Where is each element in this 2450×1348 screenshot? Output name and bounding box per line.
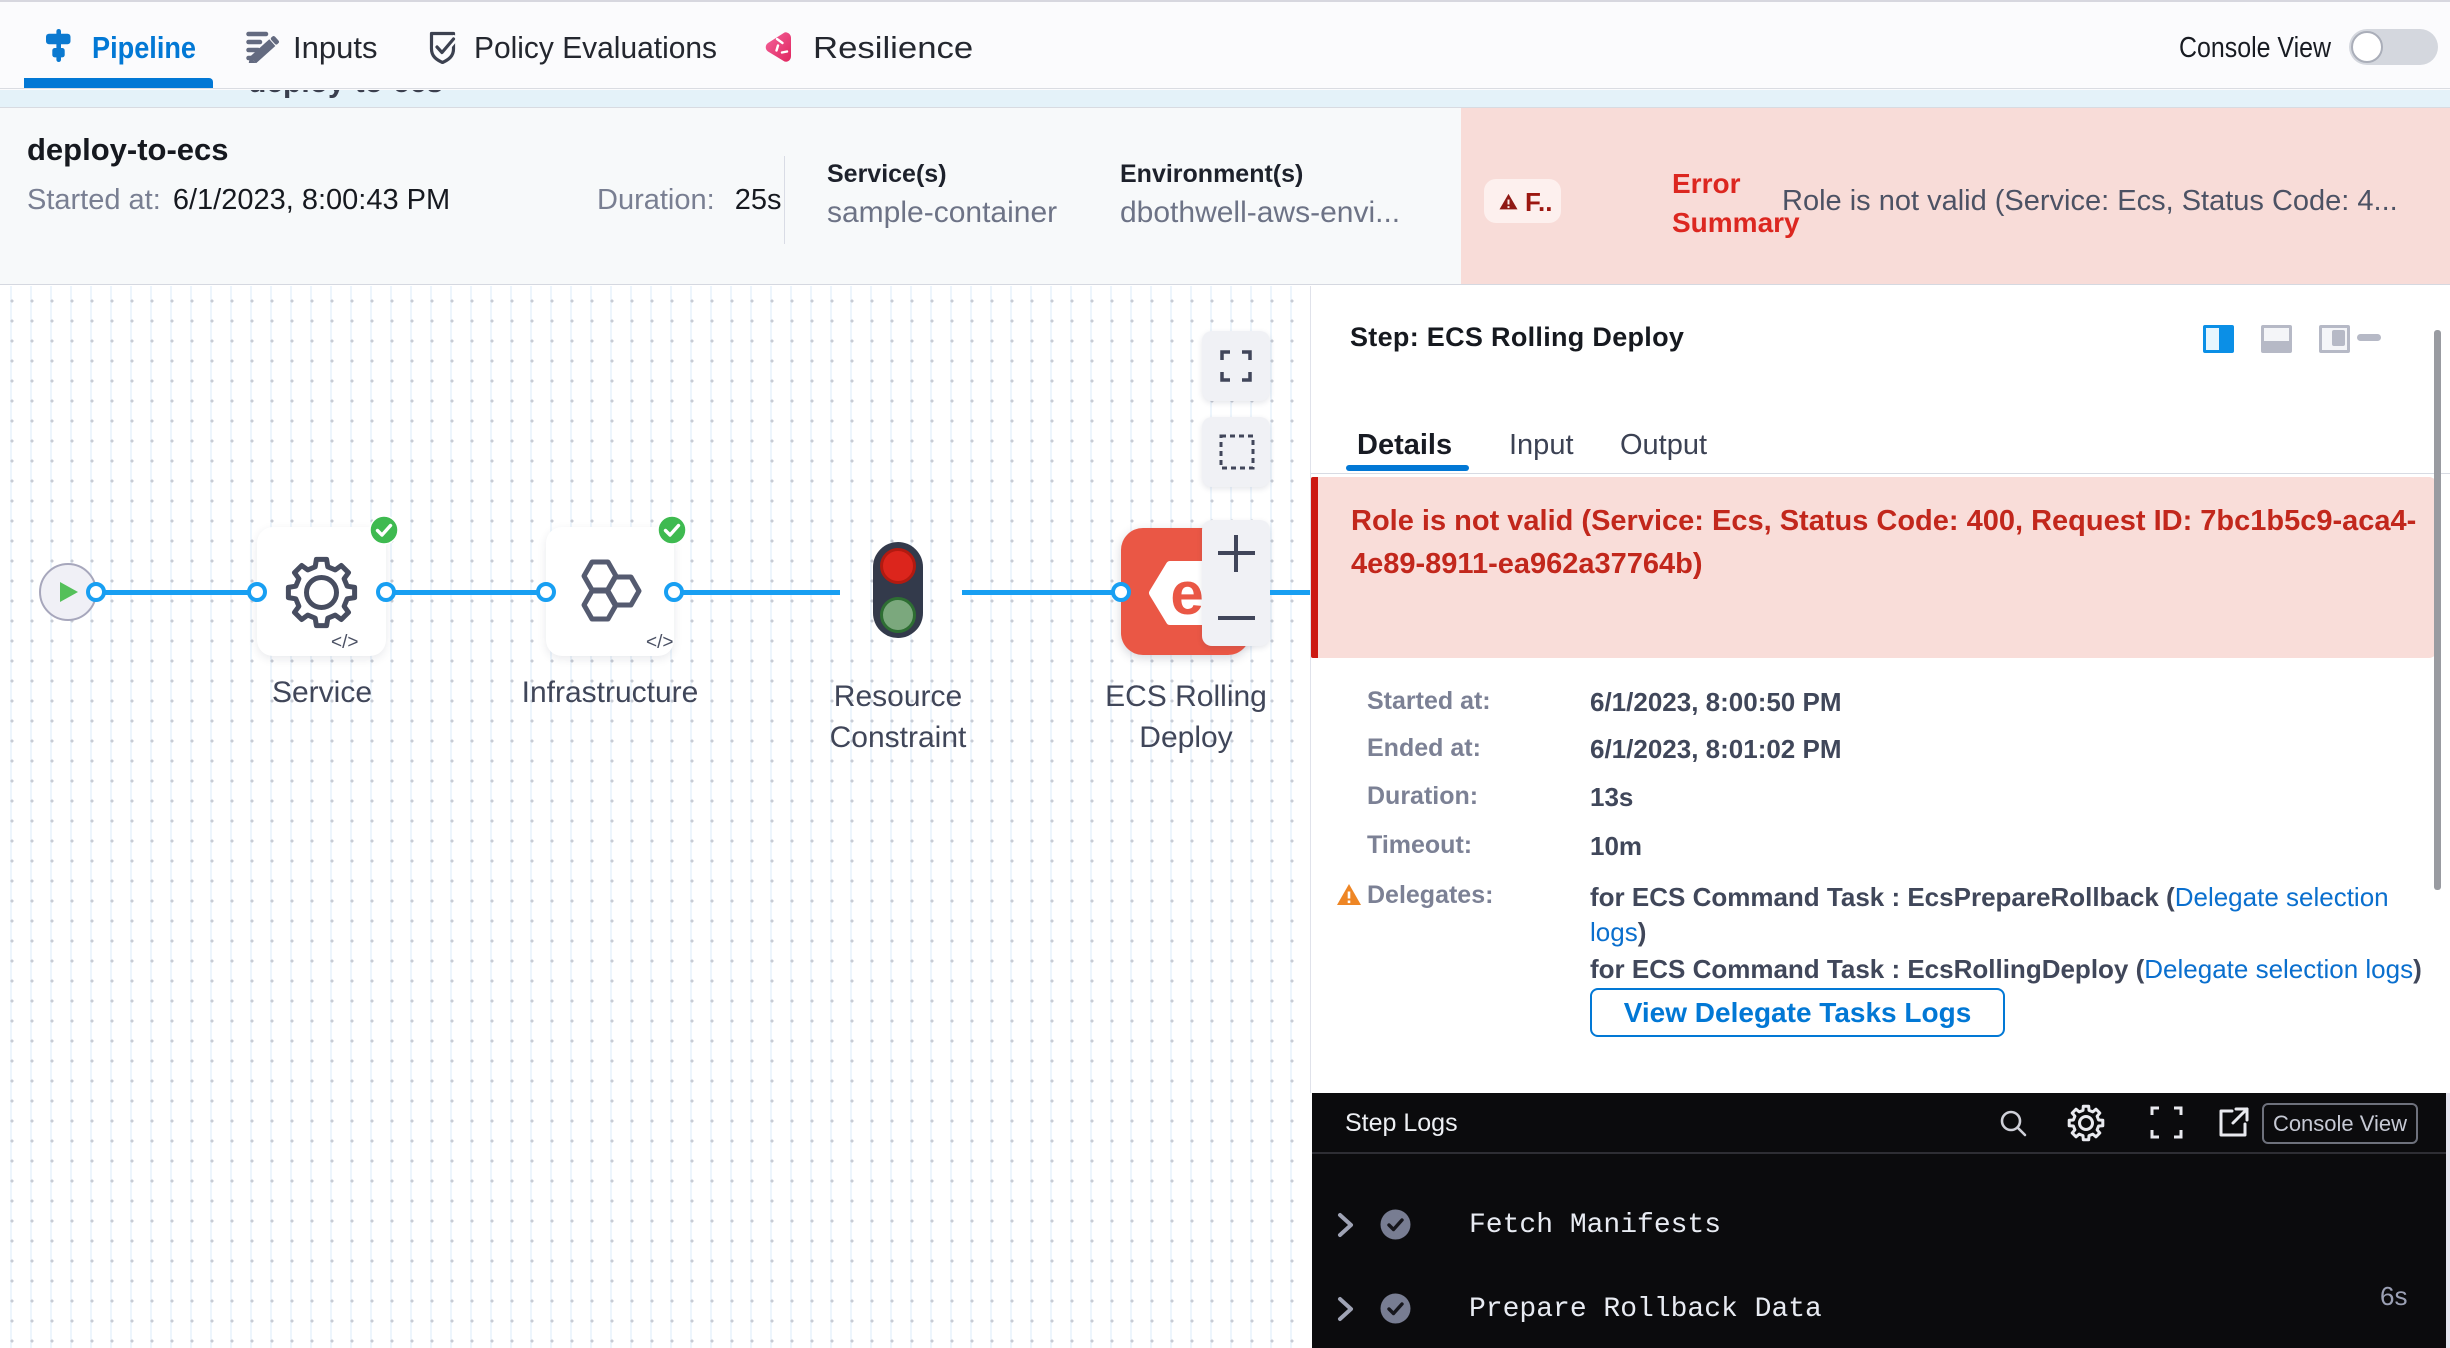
svg-text:e: e [1170, 560, 1203, 627]
